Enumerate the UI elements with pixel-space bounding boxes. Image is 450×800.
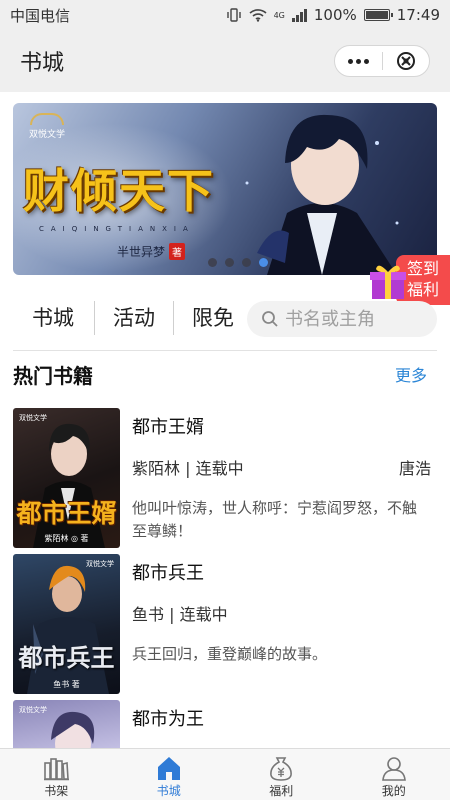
cover-title: 都市兵王	[18, 643, 115, 672]
bottom-tab-bar: 书架 书城 福利 我的	[0, 748, 450, 800]
carrier-label: 中国电信	[10, 6, 71, 25]
cover-publisher: 双悦文学	[86, 560, 114, 568]
tab-label: 书城	[156, 784, 181, 798]
banner-title: 财倾天下	[23, 164, 215, 218]
cover-publisher: 双悦文学	[19, 706, 47, 714]
tab-label: 我的	[381, 784, 406, 798]
money-bag-icon	[270, 757, 293, 781]
carousel-dot-active[interactable]	[259, 258, 268, 267]
more-menu-button[interactable]	[335, 46, 382, 76]
cover-title: 都市王婿	[16, 499, 117, 528]
search-icon	[262, 311, 278, 327]
tab-bookshelf[interactable]: 书架	[0, 749, 113, 800]
carousel-dot[interactable]	[225, 258, 234, 267]
wifi-icon	[249, 9, 267, 22]
vibrate-icon	[226, 8, 241, 22]
clock: 17:49	[396, 6, 440, 24]
book-title: 都市为王	[132, 709, 204, 730]
cover-author: 紫陌林 ◎ 著	[44, 534, 89, 543]
dot-icon	[364, 58, 369, 64]
wing-emblem-icon	[30, 113, 64, 125]
tab-profile[interactable]: 我的	[338, 749, 450, 800]
book-title: 都市王婿	[132, 417, 204, 438]
status-bar: 中国电信 4G 100% 17:49	[0, 0, 450, 30]
battery-icon	[363, 9, 393, 21]
publisher-logo: 双悦文学	[29, 113, 65, 140]
nav-item-bookstore[interactable]: 书城	[0, 300, 94, 336]
nav-item-free[interactable]: 限免	[174, 300, 252, 336]
book-title: 都市兵王	[132, 563, 204, 584]
carousel-dot[interactable]	[242, 258, 251, 267]
tab-bookstore[interactable]: 书城	[113, 749, 226, 800]
book-author-status: 鱼书 | 连载中	[132, 605, 228, 624]
character-illustration	[245, 114, 399, 275]
category-nav: 书城 活动 限免	[0, 292, 450, 344]
author-seal: 著	[169, 243, 186, 260]
battery-percent: 100%	[313, 6, 357, 24]
hot-books-header: 热门书籍 更多	[13, 356, 437, 392]
book-description: 他叫叶惊涛，世人称呼：宁惹阎罗怒，不触至尊鳞！	[132, 499, 418, 540]
nav-item-activities[interactable]: 活动	[95, 300, 173, 336]
book-cover[interactable]: 双悦文学 都市王婿 紫陌林 ◎ 著	[13, 408, 120, 548]
carousel-indicator	[208, 258, 268, 267]
book-cover[interactable]: 双悦文学 都市兵王 鱼书 著	[13, 554, 120, 694]
home-icon	[157, 757, 180, 780]
section-title: 热门书籍	[13, 363, 93, 388]
tab-label: 书架	[44, 784, 69, 798]
promo-banner[interactable]: 双悦文学 财倾天下 CAIQINGTIANXIA 半世异梦 著	[13, 103, 437, 275]
search-box[interactable]	[247, 301, 437, 337]
close-button[interactable]	[383, 46, 429, 76]
mini-program-capsule	[334, 45, 430, 77]
book-author-status: 紫陌林 | 连载中	[132, 459, 244, 478]
book-protagonist: 唐浩	[398, 459, 431, 478]
search-input[interactable]	[285, 308, 425, 330]
cover-author: 鱼书 著	[53, 680, 80, 689]
tab-welfare[interactable]: 福利	[225, 749, 338, 800]
cover-publisher: 双悦文学	[19, 414, 47, 422]
more-link[interactable]: 更多	[395, 362, 437, 386]
banner-author: 半世异梦 著	[117, 243, 186, 260]
dot-icon	[348, 58, 353, 64]
book-item[interactable]: 双悦文学 都市王婿 紫陌林 ◎ 著 都市王婿 紫陌林 | 连载中 唐浩 他叫叶惊…	[13, 408, 437, 548]
signal-icon	[291, 8, 307, 22]
cover-illustration	[27, 565, 109, 694]
carousel-dot[interactable]	[208, 258, 217, 267]
book-item[interactable]: 双悦文学 都市兵王 鱼书 著 都市兵王 鱼书 | 连载中 兵王回归，重登巅峰的故…	[13, 554, 437, 694]
network-type-label: 4G	[273, 11, 285, 20]
status-indicators: 4G 100% 17:49	[226, 6, 440, 24]
section-divider	[13, 350, 437, 351]
close-circle-icon	[396, 52, 415, 70]
dot-icon	[356, 58, 361, 64]
header: 书城	[0, 30, 450, 92]
user-icon	[381, 757, 406, 781]
tab-label: 福利	[269, 784, 294, 798]
banner-pinyin: CAIQINGTIANXIA	[39, 225, 195, 233]
book-description: 兵王回归，重登巅峰的故事。	[132, 645, 328, 663]
bookshelf-icon	[44, 758, 70, 781]
page-title: 书城	[20, 51, 65, 76]
